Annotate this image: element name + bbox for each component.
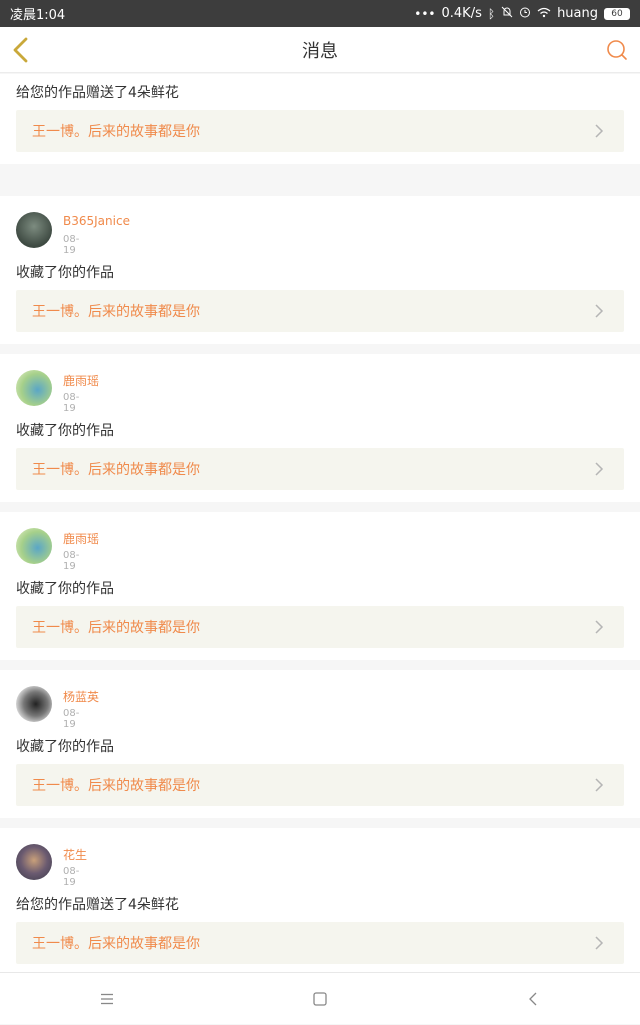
chevron-right-icon [594, 936, 608, 950]
username[interactable]: 花生 [63, 846, 87, 863]
message-date: 08-19 [63, 234, 79, 256]
work-title: 王一博。后来的故事都是你 [32, 775, 200, 795]
back-button[interactable] [8, 35, 34, 65]
work-title: 王一博。后来的故事都是你 [32, 121, 200, 141]
username[interactable]: 鹿雨瑶 [63, 372, 99, 389]
message-date: 08-19 [63, 392, 79, 414]
chevron-right-icon [594, 462, 608, 476]
home-button[interactable] [290, 973, 350, 1025]
avatar[interactable] [16, 686, 52, 722]
search-button[interactable] [604, 37, 630, 63]
bluetooth-icon: ᛒ [488, 7, 495, 21]
message-card[interactable]: B365Janice 08-19 收藏了你的作品 王一博。后来的故事都是你 [0, 196, 640, 344]
message-action: 收藏了你的作品 [16, 578, 114, 598]
status-bar: 凌晨1:04 ••• 0.4K/s ᛒ huang 60 [0, 0, 640, 27]
message-action: 收藏了你的作品 [16, 420, 114, 440]
message-list[interactable]: 08-19 给您的作品赠送了4朵鲜花 王一博。后来的故事都是你 B365Jani… [0, 74, 640, 972]
message-date: 08-19 [63, 866, 79, 888]
mute-bell-icon [501, 6, 513, 21]
message-action: 给您的作品赠送了4朵鲜花 [16, 894, 179, 914]
status-time: 凌晨1:04 [10, 4, 65, 23]
network-speed: 0.4K/s [442, 6, 482, 21]
chevron-left-icon [12, 37, 30, 63]
chevron-right-icon [594, 304, 608, 318]
message-action: 收藏了你的作品 [16, 262, 114, 282]
alarm-icon [519, 6, 531, 21]
avatar[interactable] [16, 844, 52, 880]
message-date: 08-19 [63, 708, 79, 730]
system-back-button[interactable] [503, 973, 563, 1025]
work-link[interactable]: 王一博。后来的故事都是你 [16, 764, 624, 806]
work-link[interactable]: 王一博。后来的故事都是你 [16, 606, 624, 648]
message-card[interactable]: 杨蓝英 08-19 收藏了你的作品 王一博。后来的故事都是你 [0, 670, 640, 818]
message-card[interactable]: 鹿雨瑶 08-19 收藏了你的作品 王一博。后来的故事都是你 [0, 354, 640, 502]
message-action: 收藏了你的作品 [16, 736, 114, 756]
page-title: 消息 [302, 37, 338, 63]
work-title: 王一博。后来的故事都是你 [32, 301, 200, 321]
work-link[interactable]: 王一博。后来的故事都是你 [16, 110, 624, 152]
message-date: 08-19 [63, 550, 79, 572]
message-action: 给您的作品赠送了4朵鲜花 [16, 82, 179, 102]
message-card[interactable]: 08-19 给您的作品赠送了4朵鲜花 王一博。后来的故事都是你 [0, 74, 640, 164]
username[interactable]: 鹿雨瑶 [63, 530, 99, 547]
work-title: 王一博。后来的故事都是你 [32, 459, 200, 479]
work-title: 王一博。后来的故事都是你 [32, 933, 200, 953]
username[interactable]: B365Janice [63, 214, 130, 228]
work-title: 王一博。后来的故事都是你 [32, 617, 200, 637]
message-card[interactable]: 花生 08-19 给您的作品赠送了4朵鲜花 王一博。后来的故事都是你 [0, 828, 640, 972]
message-date: 08-19 [63, 74, 79, 76]
wifi-icon [537, 7, 551, 21]
wifi-name: huang [557, 6, 598, 21]
top-bar: 消息 [0, 27, 640, 73]
work-link[interactable]: 王一博。后来的故事都是你 [16, 448, 624, 490]
chevron-left-icon [528, 992, 538, 1006]
chevron-right-icon [594, 620, 608, 634]
avatar[interactable] [16, 212, 52, 248]
message-card[interactable]: 鹿雨瑶 08-19 收藏了你的作品 王一博。后来的故事都是你 [0, 512, 640, 660]
status-indicators: ••• 0.4K/s ᛒ huang 60 [414, 6, 630, 21]
work-link[interactable]: 王一博。后来的故事都是你 [16, 290, 624, 332]
menu-icon [100, 993, 114, 1005]
chevron-right-icon [594, 124, 608, 138]
menu-button[interactable] [77, 973, 137, 1025]
signal-dots-icon: ••• [414, 7, 435, 21]
system-navigation-bar [0, 972, 640, 1024]
work-link[interactable]: 王一博。后来的故事都是你 [16, 922, 624, 964]
square-icon [313, 992, 327, 1006]
avatar[interactable] [16, 528, 52, 564]
avatar[interactable] [16, 370, 52, 406]
chevron-right-icon [594, 778, 608, 792]
username[interactable]: 杨蓝英 [63, 688, 99, 705]
search-icon [606, 39, 628, 61]
battery-indicator: 60 [604, 8, 630, 20]
